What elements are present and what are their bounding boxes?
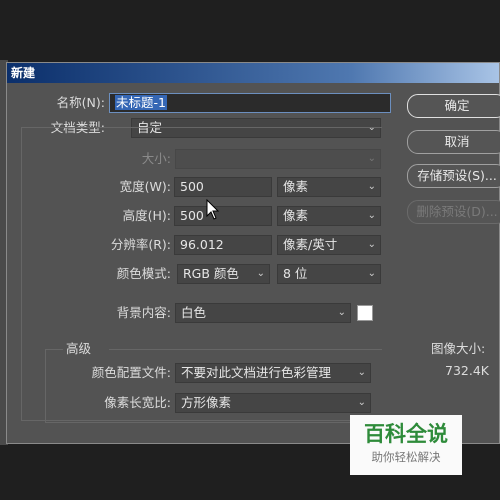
dialog-title: 新建 [7,63,499,83]
pixel-aspect-dropdown[interactable]: 方形像素 ⌄ [175,393,371,413]
chevron-down-icon: ⌄ [367,210,376,221]
color-mode-value: RGB 颜色 [183,266,239,281]
width-unit-dropdown[interactable]: 像素 ⌄ [277,177,381,197]
color-profile-value: 不要对此文档进行色彩管理 [181,365,332,380]
width-label: 宽度(W): [119,179,171,194]
save-preset-button[interactable]: 存储预设(S)... [407,164,500,188]
name-value: 未标题-1 [115,95,167,110]
bit-depth-value: 8 位 [283,266,308,281]
resolution-input[interactable]: 96.012 [174,235,272,255]
color-profile-dropdown[interactable]: 不要对此文档进行色彩管理 ⌄ [175,363,371,383]
width-unit-value: 像素 [283,179,309,194]
chevron-down-icon: ⌄ [357,397,366,408]
ok-button[interactable]: 确定 [407,94,500,118]
image-size-value: 732.4K [445,363,489,378]
resolution-unit-value: 像素/英寸 [283,237,338,252]
height-unit-dropdown[interactable]: 像素 ⌄ [277,206,381,226]
chevron-down-icon: ⌄ [256,268,265,279]
width-input[interactable]: 500 [174,177,272,197]
resolution-label: 分辨率(R): [110,237,171,252]
color-mode-label: 颜色模式: [116,266,171,281]
chevron-down-icon: ⌄ [367,181,376,192]
new-document-dialog: 新建 名称(N): 未标题-1 文档类型: 自定 ⌄ 大小: ⌄ 宽度(W): … [6,62,500,444]
background-label: 背景内容: [116,305,171,320]
delete-preset-button[interactable]: 删除预设(D)... [407,200,500,224]
chevron-down-icon: ⌄ [367,153,376,164]
cancel-button[interactable]: 取消 [407,130,500,154]
size-label: 大小: [141,151,171,166]
watermark-title: 百科全说 [364,422,448,446]
name-input[interactable]: 未标题-1 [109,93,391,113]
name-label: 名称(N): [56,95,105,110]
advanced-title: 高级 [63,339,109,359]
height-unit-value: 像素 [283,208,309,223]
background-value: 白色 [181,305,207,320]
background-dropdown[interactable]: 白色 ⌄ [175,303,351,323]
color-mode-dropdown[interactable]: RGB 颜色 ⌄ [177,264,270,284]
pixel-aspect-label: 像素长宽比: [104,395,171,410]
size-dropdown[interactable]: ⌄ [175,149,381,169]
watermark-logo: 百科全说 助你轻松解决 [350,415,462,475]
image-size-label: 图像大小: [431,341,486,356]
pixel-aspect-value: 方形像素 [181,395,232,410]
chevron-down-icon: ⌄ [357,367,366,378]
mouse-cursor-icon [206,199,220,220]
resolution-unit-dropdown[interactable]: 像素/英寸 ⌄ [277,235,381,255]
height-input[interactable]: 500 [174,206,272,226]
chevron-down-icon: ⌄ [367,268,376,279]
background-color-swatch[interactable] [357,305,373,321]
bit-depth-dropdown[interactable]: 8 位 ⌄ [277,264,381,284]
chevron-down-icon: ⌄ [367,239,376,250]
watermark-subtitle: 助你轻松解决 [371,450,441,464]
height-label: 高度(H): [122,208,171,223]
chevron-down-icon: ⌄ [337,307,346,318]
color-profile-label: 颜色配置文件: [91,365,171,380]
